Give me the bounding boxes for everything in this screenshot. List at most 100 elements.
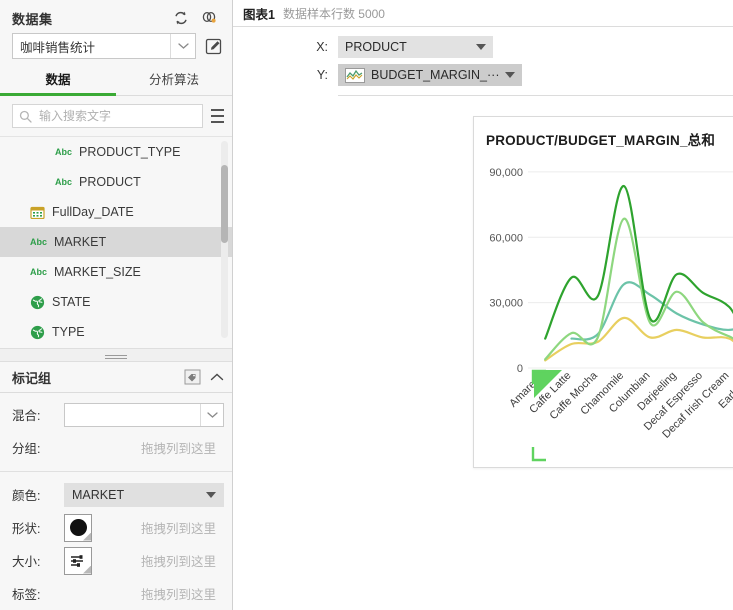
field-item-type[interactable]: TYPE [0, 317, 232, 347]
marks-section-2: 颜色: MARKET 形状: 拖拽列到这里 大小: [0, 472, 232, 610]
dataset-select[interactable]: 咖啡销售统计 [12, 33, 196, 59]
search-row [0, 96, 232, 136]
y-axis-tick: 90,000 [489, 167, 523, 179]
chevron-down-icon[interactable] [206, 492, 216, 498]
chart-title: PRODUCT/BUDGET_MARGIN_总和 [486, 129, 715, 149]
field-item-market[interactable]: Abc MARKET [0, 227, 232, 257]
chevron-down-icon[interactable] [505, 72, 515, 78]
y-axis-tick: 30,000 [489, 298, 523, 310]
marks-label-size: 大小: [12, 551, 64, 570]
search-box[interactable] [12, 104, 203, 128]
selection-corner-bracket [533, 447, 546, 460]
x-shelf-label: X: [233, 40, 338, 54]
marks-title: 标记组 [12, 368, 51, 387]
marks-label-mixed: 混合: [12, 405, 64, 424]
marks-drop-hint-size[interactable]: 拖拽列到这里 [92, 551, 224, 570]
field-label: MARKET [54, 235, 106, 249]
field-item-fullday-date[interactable]: FullDay_DATE [0, 197, 232, 227]
collapse-icon[interactable] [210, 372, 224, 382]
abc-icon: Abc [30, 237, 47, 247]
x-field-value: PRODUCT [345, 40, 407, 54]
field-list-scroll: Abc PRODUCT_TYPE Abc PRODUCT FullDay_DAT… [0, 137, 232, 348]
marks-label-group: 分组: [12, 438, 64, 457]
chart-svg[interactable]: 030,00060,00090,000AmarettoCaffe LatteCa… [474, 153, 733, 469]
sliders-icon [69, 553, 87, 569]
series-line-south[interactable] [572, 282, 733, 339]
field-list-menu-icon[interactable] [211, 109, 224, 123]
y-shelf-row: Y: BUDGET_MARGIN_··· [233, 61, 733, 89]
mixed-select[interactable] [64, 403, 224, 427]
dataset-selector-row: 咖啡销售统计 [0, 30, 232, 59]
sample-rows-label: 数据样本行数 5000 [283, 5, 385, 22]
left-panel: 数据集 [0, 0, 233, 610]
line-chart-icon [345, 68, 365, 83]
marks-row-color: 颜色: MARKET [0, 478, 232, 511]
right-panel: 图表1 数据样本行数 5000 X: PRODUCT Y: [233, 0, 733, 610]
marks-drop-hint-group[interactable]: 拖拽列到这里 [64, 438, 224, 457]
y-axis-tick: 0 [517, 363, 523, 375]
marks-tag-icon[interactable] [184, 369, 201, 385]
marks-label-label: 标签: [12, 584, 64, 603]
panel-splitter[interactable] [0, 348, 232, 362]
chevron-down-icon[interactable] [170, 34, 195, 58]
chart-card: PRODUCT/BUDGET_MARGIN_总和 [473, 116, 733, 468]
shelf-divider [338, 95, 733, 96]
field-item-state[interactable]: STATE [0, 287, 232, 317]
marks-color-field[interactable]: MARKET [64, 483, 224, 507]
field-item-market-size[interactable]: Abc MARKET_SIZE [0, 257, 232, 287]
marks-row-label: 标签: 拖拽列到这里 [0, 577, 232, 610]
marks-header: 标记组 [0, 362, 232, 393]
scrollbar-thumb[interactable] [221, 165, 228, 243]
chevron-down-icon[interactable] [476, 44, 486, 50]
y-axis-tick: 60,000 [489, 232, 523, 244]
search-input[interactable] [37, 108, 196, 124]
y-field-pill[interactable]: BUDGET_MARGIN_··· [338, 64, 522, 86]
refresh-icon[interactable] [172, 9, 190, 27]
marks-row-shape: 形状: 拖拽列到这里 [0, 511, 232, 544]
field-label: PRODUCT_TYPE [79, 145, 180, 159]
y-shelf-label: Y: [233, 68, 338, 82]
field-label: PRODUCT [79, 175, 141, 189]
globe-icon [30, 325, 45, 340]
marks-drop-hint-shape[interactable]: 拖拽列到这里 [92, 518, 224, 537]
tab-data[interactable]: 数据 [0, 67, 116, 95]
app-root: 数据集 [0, 0, 733, 610]
search-icon [19, 110, 32, 123]
xy-shelf-area: X: PRODUCT Y: BUDGET_MARGIN_··· [233, 27, 733, 96]
circle-shape-icon [70, 519, 87, 536]
globe-icon [30, 295, 45, 310]
plot-area[interactable]: 030,00060,00090,000AmarettoCaffe LatteCa… [474, 153, 733, 467]
link-icon[interactable] [200, 9, 218, 27]
dataset-label: 数据集 [12, 9, 53, 28]
dataset-value: 咖啡销售统计 [13, 37, 170, 56]
x-shelf-row: X: PRODUCT [233, 33, 733, 61]
series-line-central[interactable] [545, 186, 733, 344]
marks-drop-hint-label[interactable]: 拖拽列到这里 [64, 584, 224, 603]
tab-analysis[interactable]: 分析算法 [116, 67, 232, 95]
field-item-product[interactable]: Abc PRODUCT [0, 167, 232, 197]
abc-icon: Abc [30, 267, 47, 277]
abc-icon: Abc [55, 177, 72, 187]
field-list-scrollbar[interactable] [221, 141, 228, 338]
edit-dataset-button[interactable] [202, 35, 224, 57]
field-list[interactable]: Abc PRODUCT_TYPE Abc PRODUCT FullDay_DAT… [0, 136, 232, 348]
marks-shape-button[interactable] [64, 514, 92, 542]
abc-icon: Abc [55, 147, 72, 157]
y-field-value: BUDGET_MARGIN_··· [371, 68, 499, 82]
marks-size-button[interactable] [64, 547, 92, 575]
marks-row-mixed: 混合: [0, 398, 232, 431]
marks-row-size: 大小: 拖拽列到这里 [0, 544, 232, 577]
marks-label-shape: 形状: [12, 518, 64, 537]
dataset-header: 数据集 [0, 0, 232, 30]
x-field-pill[interactable]: PRODUCT [338, 36, 493, 58]
chart-tab-bar: 图表1 数据样本行数 5000 [233, 0, 733, 27]
marks-label-color: 颜色: [12, 485, 64, 504]
chart-tab-label[interactable]: 图表1 [243, 4, 275, 23]
marks-panel: 标记组 混合: [0, 362, 232, 610]
chevron-down-icon[interactable] [200, 404, 223, 426]
left-tabs: 数据 分析算法 [0, 67, 232, 96]
field-label: MARKET_SIZE [54, 265, 141, 279]
marks-section-1: 混合: 分组: 拖拽列到这里 [0, 393, 232, 472]
field-item-product-type[interactable]: Abc PRODUCT_TYPE [0, 137, 232, 167]
field-label: STATE [52, 295, 90, 309]
